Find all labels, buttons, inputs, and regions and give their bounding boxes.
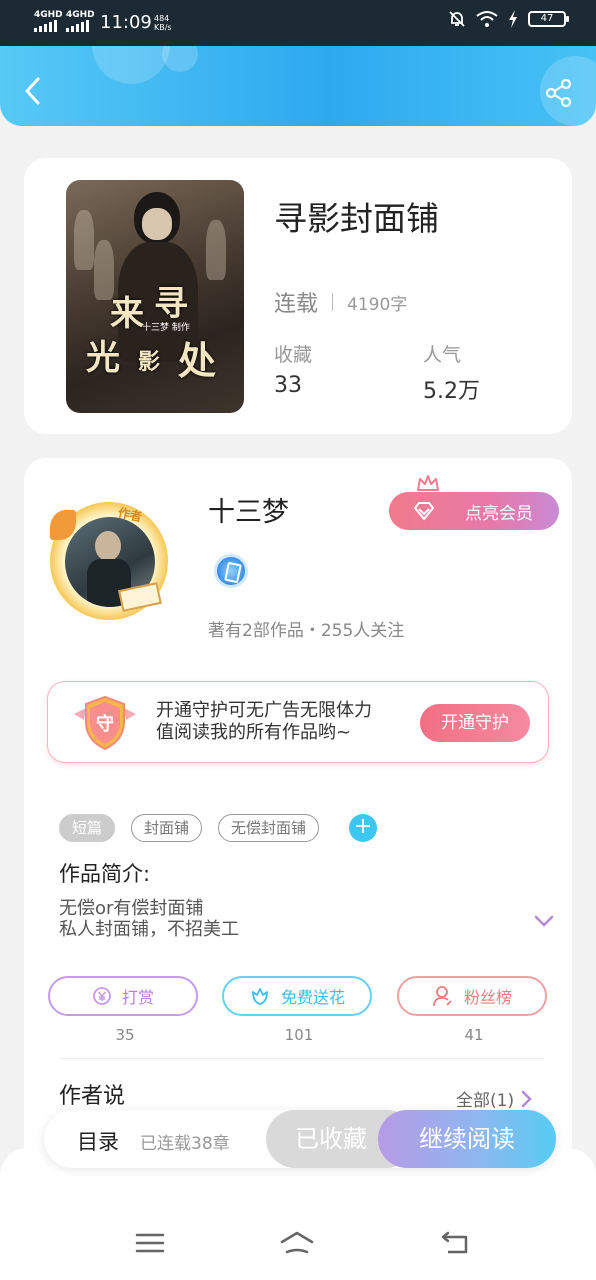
author-avatar[interactable]: 作者 [40,492,180,632]
net-speed-unit: KB/s [154,23,172,32]
view-all-label: 全部(1) [456,1091,515,1111]
author-meta: 著有2部作品・255人关注 [208,621,405,641]
add-tag-button[interactable]: + [349,814,378,842]
network-type-2: 4GHD [66,10,95,20]
header [0,46,596,126]
tip-label: 打赏 [121,988,154,1007]
guard-promo-banner: 守 开通守护可无广告无限体力值阅读我的所有作品哟~ 开通守护 [47,681,549,763]
net-speed: 484 KB/s [154,14,172,32]
book-status-row: 连载 4190字 [274,286,407,318]
favorites-stat: 收藏 33 [274,340,312,398]
send-flower-button[interactable]: 免费送花 101 [222,976,372,1044]
divider [60,1058,544,1059]
flower-icon [252,988,268,1005]
chevron-left-icon[interactable] [18,76,48,106]
popularity-value: 5.2万 [423,379,480,404]
book-info-card: 来 寻 十三梦 制作 光 影 处 寻影封面铺 连载 4190字 收藏 33 人气… [24,158,572,434]
shield-text: 守 [96,713,114,735]
activate-membership-button[interactable]: 点亮会员 [389,492,559,530]
wifi-icon [476,11,498,27]
battery-icon: 47 [528,11,569,27]
cover-title-char: 影 [138,349,161,375]
back-nav-icon[interactable] [438,1228,472,1258]
cover-decor [74,210,94,270]
chevron-down-icon[interactable] [534,914,554,928]
mute-bell-icon [449,11,465,27]
shield-icon: 守 [74,695,136,751]
favorites-label: 收藏 [274,344,313,366]
net-speed-value: 484 [154,14,170,23]
user-icon [433,986,452,1007]
serial-status: 连载 [274,292,319,317]
fans-ranking-button[interactable]: 粉丝榜 41 [397,976,547,1044]
cover-title-char: 来 [110,294,144,334]
flower-count: 101 [284,1026,314,1044]
diamond-icon [414,502,434,520]
cover-decor [142,208,172,240]
author-badge-icon[interactable] [214,554,248,588]
author-name[interactable]: 十三梦 [208,490,289,529]
divider [332,293,334,311]
clock: 11:09 [100,12,152,33]
open-guard-button[interactable]: 开通守护 [420,704,530,742]
status-icons: 47 [448,10,569,28]
flower-label: 免费送花 [280,988,345,1007]
tag-item[interactable]: 无偿封面铺 [218,814,320,842]
guard-promo-text: 开通守护可无广告无限体力值阅读我的所有作品哟~ [156,700,372,743]
author-card: 作者 十三梦 点亮会员 著有2部作品・255人关注 守 开通守护可无广告无限体力… [24,458,572,1218]
cover-title-char: 光 [86,338,120,378]
status-bar: 4GHD 4GHD 11:09 484 KB/s 47 [0,0,596,46]
decor-bubble [92,46,170,84]
book-title: 寻影封面铺 [274,199,439,238]
cover-decor [206,220,226,280]
author-says-title: 作者说 [59,1084,126,1109]
favorites-value: 33 [274,373,302,398]
menu-icon[interactable] [133,1228,167,1258]
cover-title-char: 处 [178,338,217,383]
home-icon[interactable] [280,1228,314,1258]
fans-label: 粉丝榜 [463,988,512,1007]
synopsis-title: 作品简介: [59,862,151,886]
word-count: 4190字 [347,294,408,315]
book-cover-image[interactable]: 来 寻 十三梦 制作 光 影 处 [66,180,244,413]
popularity-stat: 人气 5.2万 [423,340,480,405]
popularity-label: 人气 [423,344,462,366]
network-type-1: 4GHD [34,10,63,20]
fans-count: 41 [464,1026,484,1044]
continue-reading-button[interactable]: 继续阅读 [378,1110,556,1168]
view-all-link[interactable]: 全部(1) [456,1086,532,1111]
catalog-button[interactable]: 目录 [77,1126,119,1156]
signal-icon-1 [34,20,57,32]
signal-icon-2 [66,20,89,32]
charging-bolt-icon [509,10,517,28]
chevron-right-icon [521,1090,532,1107]
tag-item[interactable]: 短篇 [59,814,116,842]
tip-count: 35 [115,1026,135,1044]
tag-list: 短篇 封面铺 无偿封面铺 + [59,814,378,842]
read-action-bar: 目录 已连载38章 已收藏 继续阅读 [44,1110,556,1168]
synopsis-text: 无偿or有偿封面铺 私人封面铺，不招美工 [59,898,239,940]
crown-icon [417,475,439,491]
membership-label: 点亮会员 [465,503,533,524]
tip-button[interactable]: 打赏 35 [48,976,198,1044]
cover-title-char: 寻 [154,284,188,324]
synopsis-line: 无偿or有偿封面铺 [59,898,204,919]
synopsis-line: 私人封面铺，不招美工 [59,919,239,940]
share-icon[interactable] [544,78,574,108]
decor-bubble [162,46,198,72]
tag-item[interactable]: 封面铺 [131,814,203,842]
yen-coin-icon [93,987,111,1005]
chapter-count: 已连载38章 [140,1134,230,1154]
